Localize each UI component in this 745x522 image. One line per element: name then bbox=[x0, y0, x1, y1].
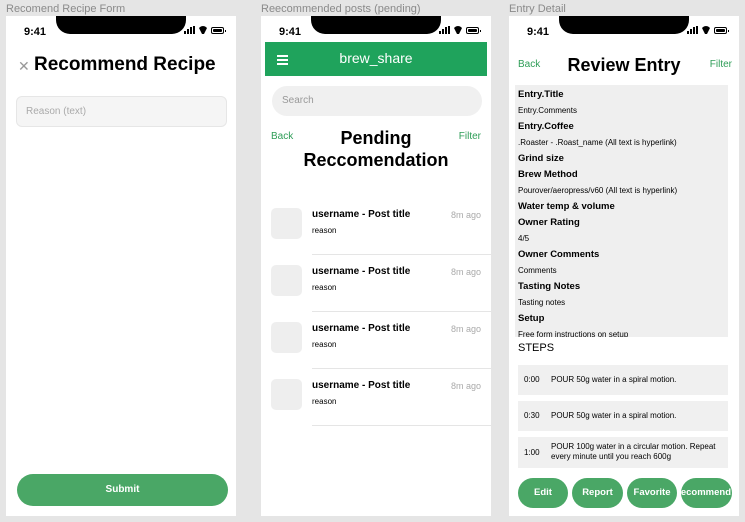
device-notch bbox=[559, 16, 689, 34]
brew-method-label: Brew Method bbox=[518, 169, 578, 180]
divider bbox=[312, 425, 491, 426]
brew-method-link[interactable]: Pourover/aeropress/v60 (All text is hype… bbox=[518, 183, 725, 199]
device-notch bbox=[56, 16, 186, 34]
step-item: 0:30 POUR 50g water in a spiral motion. bbox=[518, 401, 728, 431]
battery-icon bbox=[714, 26, 729, 34]
post-thumbnail bbox=[271, 265, 302, 296]
edit-button[interactable]: Edit bbox=[518, 478, 568, 508]
battery-icon bbox=[466, 26, 481, 34]
status-time: 9:41 bbox=[24, 26, 47, 38]
favorite-button[interactable]: Favorite bbox=[627, 478, 677, 508]
post-timestamp: 8m ago bbox=[450, 267, 481, 277]
wifi-icon bbox=[198, 26, 208, 34]
signal-icon bbox=[439, 26, 450, 34]
recommend-recipe-screen: 9:41 ✕ Recommend Recipe Reason (text) Su… bbox=[6, 16, 236, 516]
post-thumbnail bbox=[271, 322, 302, 353]
post-title: username - Post title bbox=[312, 380, 411, 391]
app-bar: brew_share bbox=[265, 42, 487, 76]
entry-detail-panel: Entry.Title Entry.Comments Entry.Coffee … bbox=[515, 85, 728, 337]
entry-title: Entry.Title bbox=[518, 89, 564, 100]
owner-comments-value: Comments bbox=[518, 266, 557, 275]
step-description: POUR 50g water in a spiral motion. bbox=[551, 411, 677, 420]
frame-label-recommend: Recomend Recipe Form bbox=[6, 3, 126, 15]
frame-label-entry: Entry Detail bbox=[509, 3, 566, 15]
owner-rating-value: 4/5 bbox=[518, 234, 530, 243]
water-label: Water temp & volume bbox=[518, 201, 615, 212]
status-icons bbox=[687, 26, 729, 34]
page-title-line-2: Reccomendation bbox=[303, 150, 449, 170]
divider bbox=[312, 368, 491, 369]
status-icons bbox=[184, 26, 226, 34]
close-icon[interactable]: ✕ bbox=[18, 58, 30, 75]
post-thumbnail bbox=[271, 379, 302, 410]
signal-icon bbox=[687, 26, 698, 34]
divider bbox=[312, 254, 491, 255]
list-item[interactable]: username - Post title 8m ago reason bbox=[271, 379, 491, 436]
setup-label: Setup bbox=[518, 313, 545, 324]
page-title: Pending Reccomendation bbox=[261, 127, 491, 171]
post-reason: reason bbox=[312, 283, 337, 292]
step-item: 1:00 POUR 100g water in a circular motio… bbox=[518, 437, 728, 468]
divider bbox=[312, 311, 491, 312]
post-reason: reason bbox=[312, 397, 337, 406]
wifi-icon bbox=[453, 26, 463, 34]
step-description: POUR 50g water in a spiral motion. bbox=[551, 375, 677, 384]
post-title: username - Post title bbox=[312, 209, 411, 220]
tasting-notes-value: Tasting notes bbox=[518, 298, 566, 307]
page-title: Review Entry bbox=[567, 55, 681, 75]
submit-button[interactable]: Submit bbox=[17, 474, 228, 506]
owner-comments-label: Owner Comments bbox=[518, 249, 600, 260]
post-timestamp: 8m ago bbox=[450, 381, 481, 391]
post-title: username - Post title bbox=[312, 323, 411, 334]
owner-rating-label: Owner Rating bbox=[518, 217, 580, 228]
step-item: 0:00 POUR 50g water in a spiral motion. bbox=[518, 365, 728, 395]
post-reason: reason bbox=[312, 340, 337, 349]
tasting-notes-label: Tasting Notes bbox=[518, 281, 581, 292]
post-thumbnail bbox=[271, 208, 302, 239]
step-time: 0:30 bbox=[524, 411, 540, 420]
recommend-button[interactable]: Recommend bbox=[681, 478, 732, 508]
list-item[interactable]: username - Post title 8m ago reason bbox=[271, 265, 491, 322]
list-item[interactable]: username - Post title 8m ago reason bbox=[271, 208, 491, 265]
status-icons bbox=[439, 26, 481, 34]
step-description: POUR 100g water in a circular motion. Re… bbox=[551, 442, 716, 461]
report-button[interactable]: Report bbox=[572, 478, 623, 508]
coffee-link[interactable]: .Roaster - .Roast_name (All text is hype… bbox=[518, 135, 725, 151]
post-timestamp: 8m ago bbox=[450, 324, 481, 334]
step-time: 1:00 bbox=[524, 448, 540, 457]
page-title-line-1: Pending bbox=[340, 128, 412, 148]
step-time: 0:00 bbox=[524, 375, 540, 384]
list-item[interactable]: username - Post title 8m ago reason bbox=[271, 322, 491, 379]
status-time: 9:41 bbox=[527, 26, 550, 38]
post-timestamp: 8m ago bbox=[450, 210, 481, 220]
post-title: username - Post title bbox=[312, 266, 411, 277]
search-input[interactable]: Search bbox=[272, 86, 482, 116]
wifi-icon bbox=[701, 26, 711, 34]
grind-size-label: Grind size bbox=[518, 153, 564, 164]
page-title: Recommend Recipe bbox=[34, 54, 216, 75]
review-entry-screen: 9:41 Back Review Entry Filter Entry.Titl… bbox=[509, 16, 739, 516]
filter-link[interactable]: Filter bbox=[710, 59, 732, 70]
pending-recommendations-screen: 9:41 brew_share Search Back Filter Pendi… bbox=[261, 16, 491, 516]
battery-icon bbox=[211, 26, 226, 34]
app-title: brew_share bbox=[339, 50, 413, 66]
reason-input[interactable]: Reason (text) bbox=[16, 96, 227, 127]
frame-label-pending: Reecommended posts (pending) bbox=[261, 3, 421, 15]
setup-value: Free form instructions on setup bbox=[518, 330, 629, 337]
coffee-label: Entry.Coffee bbox=[518, 121, 574, 132]
entry-comments: Entry.Comments bbox=[518, 106, 577, 115]
signal-icon bbox=[184, 26, 195, 34]
post-reason: reason bbox=[312, 226, 337, 235]
device-notch bbox=[311, 16, 441, 34]
status-time: 9:41 bbox=[279, 26, 302, 38]
steps-heading: STEPS bbox=[518, 342, 555, 354]
